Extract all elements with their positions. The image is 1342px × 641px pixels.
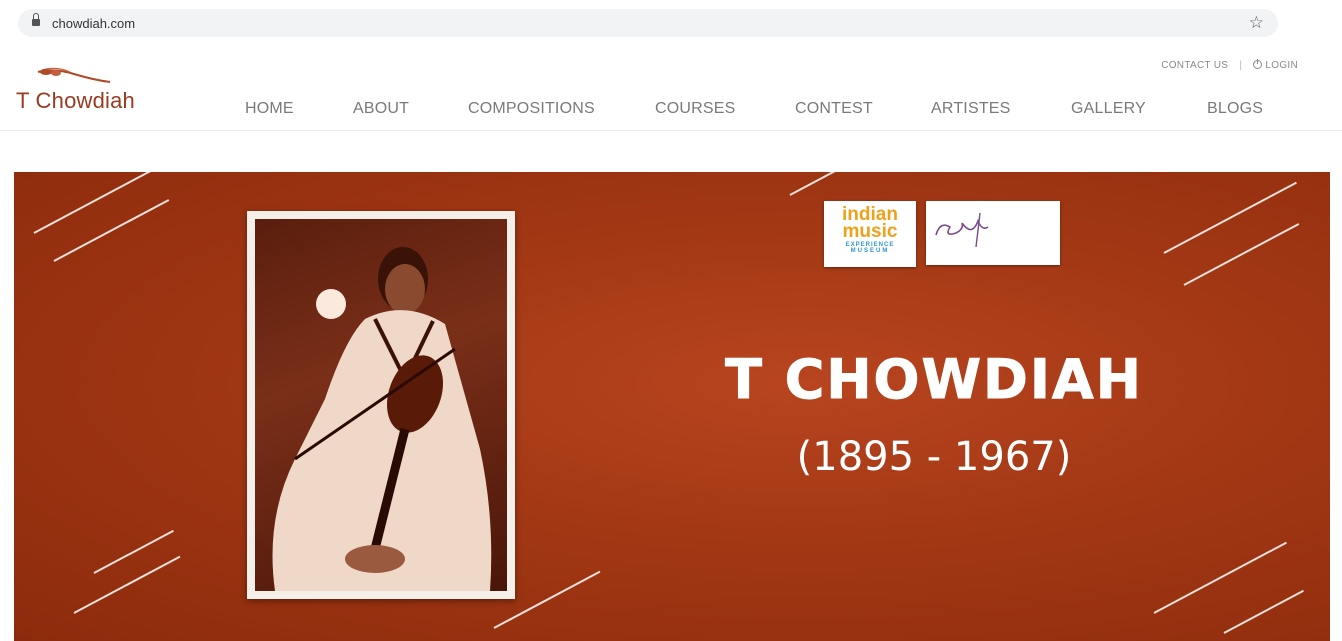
contact-us-link[interactable]: CONTACT US (1161, 60, 1228, 71)
top-links: CONTACT US | LOGIN (1161, 59, 1298, 71)
decor-streak (789, 172, 844, 196)
browser-address-bar[interactable]: chowdiah.com ☆ (18, 9, 1278, 37)
top-links-separator: | (1239, 60, 1243, 71)
site-header: T Chowdiah CONTACT US | LOGIN HOME ABOUT… (0, 52, 1342, 131)
decor-streak (73, 555, 181, 614)
violin-logo-icon (37, 67, 111, 83)
decor-streak (1223, 589, 1304, 634)
nav-about[interactable]: ABOUT (353, 100, 409, 118)
decor-streak (53, 199, 170, 262)
hero-banner: indian music EXPERIENCE MUSEUM T CHOWDIA… (14, 172, 1330, 641)
power-icon (1253, 59, 1263, 69)
nav-contest[interactable]: CONTEST (795, 100, 873, 118)
nav-compositions[interactable]: COMPOSITIONS (468, 100, 595, 118)
url-text[interactable]: chowdiah.com (52, 16, 135, 31)
nav-home[interactable]: HOME (245, 100, 294, 118)
logo-text: T Chowdiah (16, 88, 135, 113)
nav-gallery[interactable]: GALLERY (1071, 100, 1146, 118)
nav-artistes[interactable]: ARTISTES (931, 100, 1011, 118)
signature-icon (935, 212, 989, 248)
hero-years: (1895 - 1967) (796, 434, 1072, 480)
decor-streak (1163, 181, 1297, 254)
bookmark-star-icon[interactable]: ☆ (1249, 13, 1264, 33)
login-label: LOGIN (1265, 60, 1298, 71)
signature-partner-logo[interactable] (926, 201, 1060, 265)
hero-title: T CHOWDIAH (725, 348, 1143, 412)
imem-line2: music (842, 221, 898, 242)
login-link[interactable]: LOGIN (1253, 59, 1298, 71)
indian-music-experience-logo[interactable]: indian music EXPERIENCE MUSEUM (824, 201, 916, 267)
site-logo[interactable]: T Chowdiah (16, 66, 166, 122)
portrait-photo (255, 219, 507, 591)
nav-blogs[interactable]: BLOGS (1207, 100, 1263, 118)
nav-courses[interactable]: COURSES (655, 100, 736, 118)
portrait-frame (247, 211, 515, 599)
imem-line4: MUSEUM (850, 248, 890, 254)
decor-streak (1153, 541, 1287, 614)
lock-icon (32, 13, 40, 26)
